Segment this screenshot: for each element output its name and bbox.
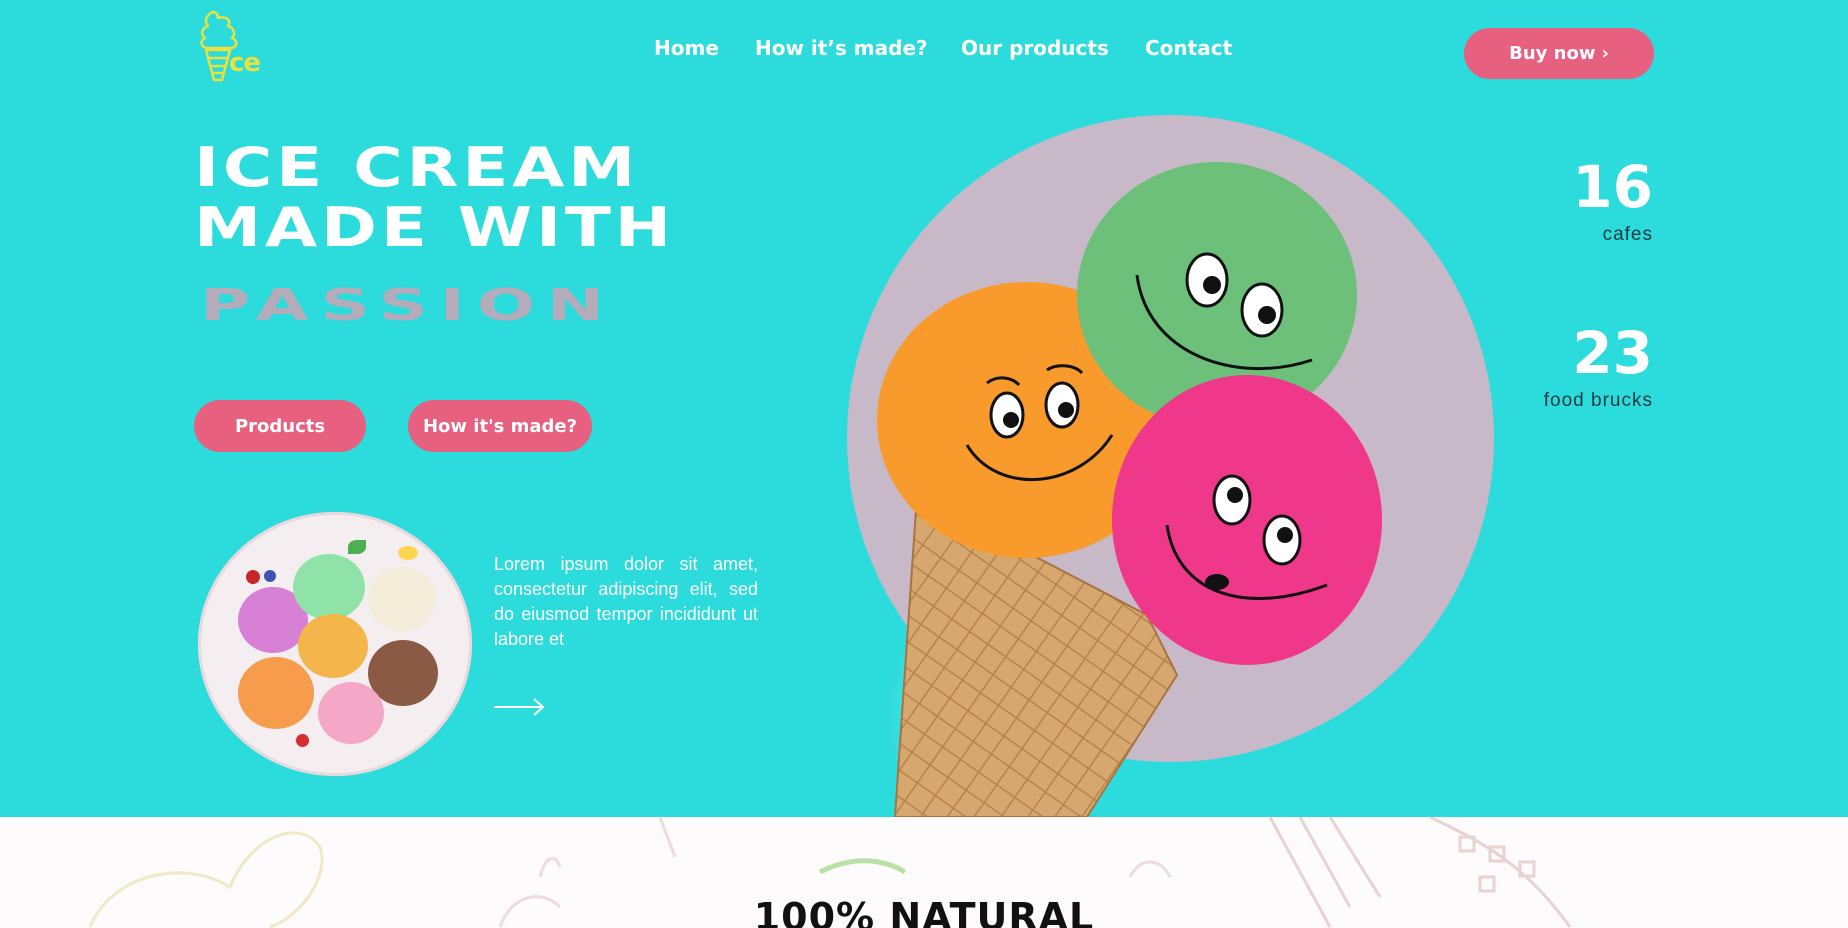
hero-description: Lorem ipsum dolor sit amet, consectetur … <box>494 554 758 649</box>
headline-passion: PASSION <box>200 279 616 331</box>
arrow-right-icon[interactable] <box>494 696 546 718</box>
stat-cafes-label: cafes <box>1602 224 1653 245</box>
ice-cream-cone-image <box>877 162 1382 817</box>
how-its-made-button[interactable]: How it's made? <box>408 400 592 452</box>
chevron-right-icon: › <box>1601 43 1609 64</box>
nav-our-products[interactable]: Our products <box>961 36 1109 60</box>
buy-now-label: Buy now <box>1509 43 1596 64</box>
hero-headline: ICE CREAM MADE WITH PASSION <box>194 138 671 332</box>
natural-section: 100% NATURAL <box>0 817 1848 928</box>
section-title: 100% NATURAL <box>753 895 1095 928</box>
ice-cream-plate-image <box>198 512 472 776</box>
nav-how-its-made[interactable]: How it’s made? <box>755 36 928 60</box>
stat-trucks-value: 23 <box>1572 319 1653 387</box>
products-button[interactable]: Products <box>194 400 366 452</box>
stat-cafes-value: 16 <box>1572 153 1653 221</box>
headline-line-1: ICE CREAM <box>194 136 640 199</box>
nav-home[interactable]: Home <box>654 36 719 60</box>
nav-contact[interactable]: Contact <box>1145 36 1232 60</box>
headline-line-2: MADE WITH <box>194 196 675 259</box>
stat-trucks-label: food brucks <box>1543 390 1653 411</box>
hero-section: ce Home How it’s made? Our products Cont… <box>0 0 1848 817</box>
buy-now-button[interactable]: Buy now › <box>1464 28 1654 79</box>
